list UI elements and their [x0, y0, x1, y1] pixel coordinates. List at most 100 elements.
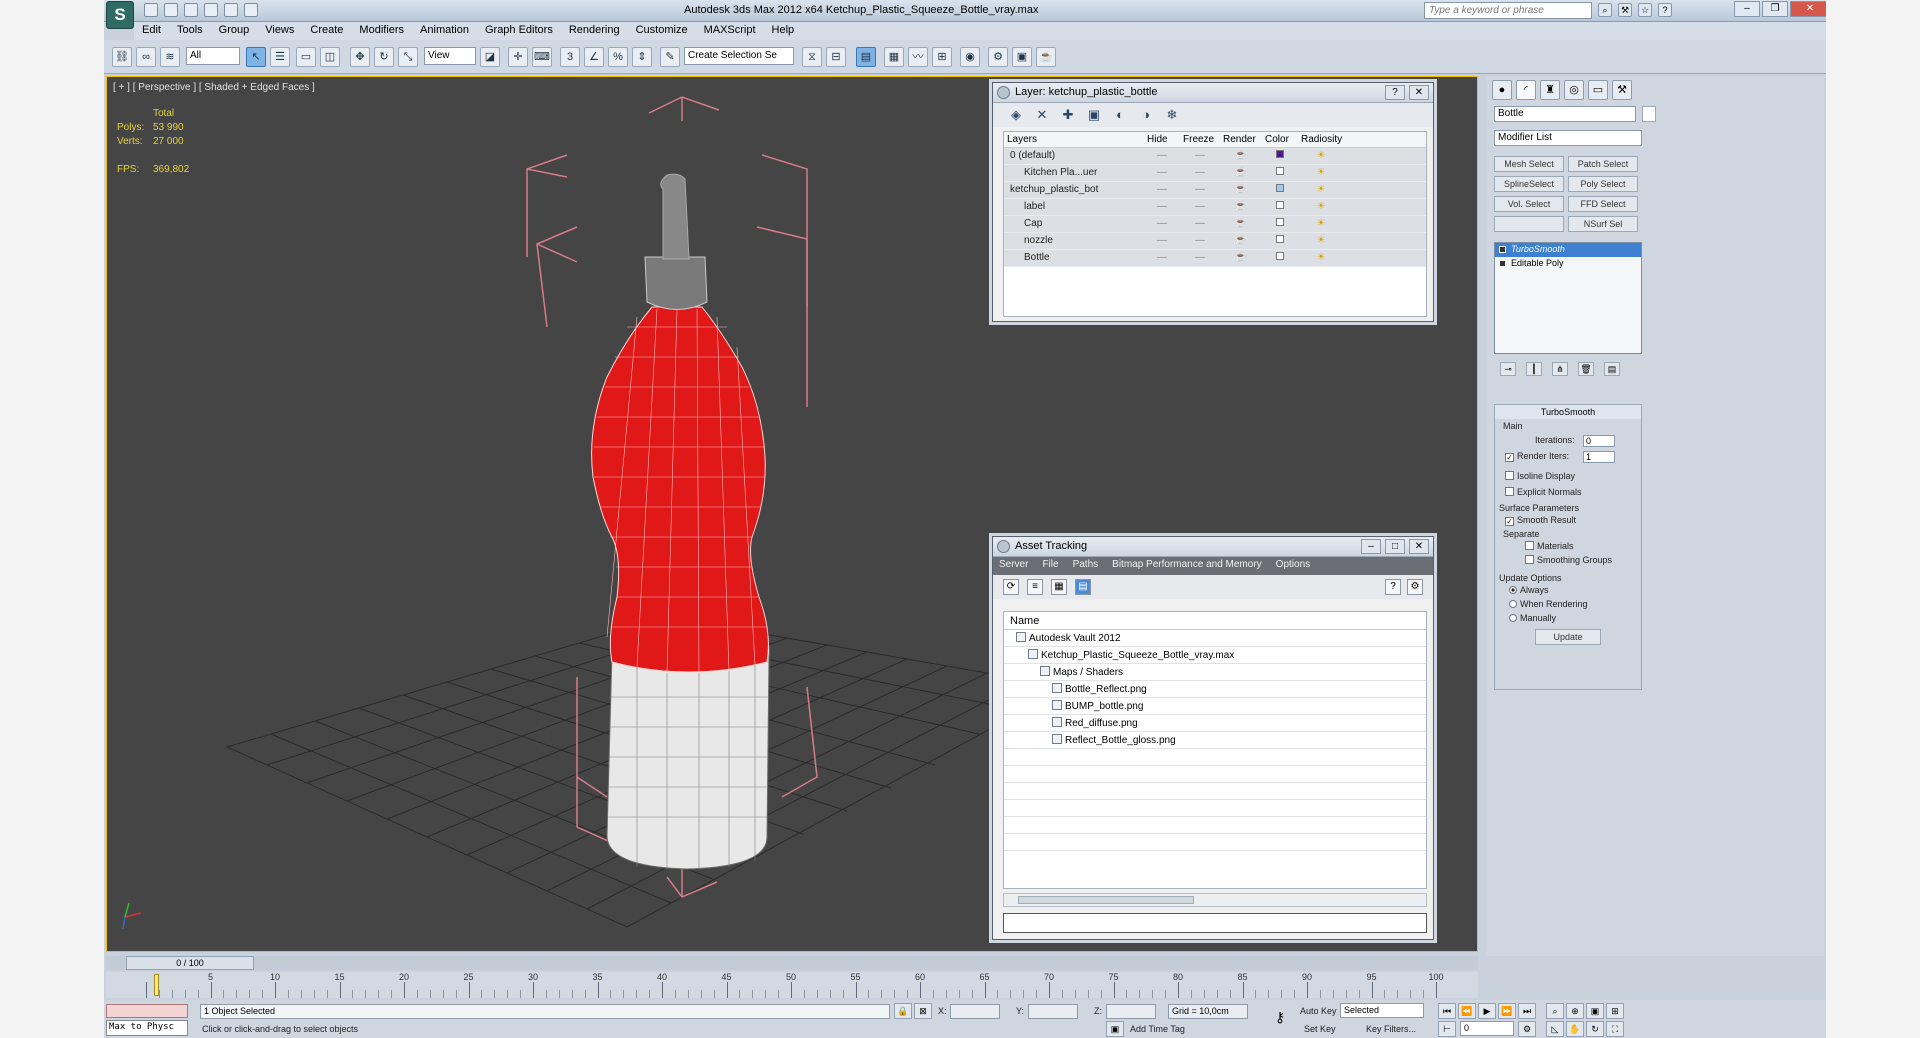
key-filters-button[interactable]: Key Filters...	[1366, 1024, 1416, 1034]
col-hide[interactable]: Hide	[1144, 132, 1180, 147]
empty-modifier-button[interactable]	[1494, 216, 1564, 232]
render-setup-icon[interactable]: ⚙	[988, 47, 1008, 67]
maximize-viewport-icon[interactable]: ⛶	[1606, 1021, 1624, 1037]
asset-panel-title-bar[interactable]: Asset Tracking – □ ✕	[993, 537, 1433, 557]
list-view-icon[interactable]: ≡	[1027, 579, 1043, 595]
menu-create[interactable]: Create	[302, 22, 351, 40]
table-view-icon[interactable]: ▤	[1075, 579, 1091, 595]
display-tab-icon[interactable]: ▭	[1588, 80, 1608, 100]
named-selection-dropdown[interactable]: Create Selection Se	[684, 47, 794, 65]
asset-menu-server[interactable]: Server	[993, 557, 1036, 575]
col-freeze[interactable]: Freeze	[1180, 132, 1220, 147]
asset-row[interactable]: Bottle_Reflect.png	[1004, 681, 1426, 698]
pin-stack-icon[interactable]: ⊸	[1500, 362, 1516, 376]
hide-toggle[interactable]: —	[1144, 216, 1180, 232]
layer-color-swatch[interactable]	[1276, 235, 1284, 243]
key-mode-dropdown[interactable]: Selected	[1340, 1003, 1424, 1018]
asset-row[interactable]: Reflect_Bottle_gloss.png	[1004, 732, 1426, 749]
mesh-select-button[interactable]: Mesh Select	[1494, 156, 1564, 172]
render-production-icon[interactable]: ☕	[1036, 47, 1056, 67]
poly-select-button[interactable]: Poly Select	[1568, 176, 1638, 192]
layer-color-cell[interactable]	[1262, 233, 1298, 249]
new-file-icon[interactable]	[144, 3, 158, 17]
hide-toggle[interactable]: —	[1144, 250, 1180, 266]
freeze-toggle[interactable]: —	[1180, 233, 1220, 249]
menu-customize[interactable]: Customize	[628, 22, 696, 40]
binoculars-icon[interactable]: ⌕	[1598, 3, 1612, 17]
explicit-normals-checkbox[interactable]: Explicit Normals	[1505, 487, 1582, 497]
previous-frame-icon[interactable]: ⏪	[1458, 1003, 1476, 1019]
show-end-result-icon[interactable]: ┃	[1526, 362, 1542, 376]
z-coordinate-field[interactable]	[1106, 1004, 1156, 1019]
menu-help[interactable]: Help	[764, 22, 803, 40]
patch-select-button[interactable]: Patch Select	[1568, 156, 1638, 172]
asset-horizontal-scrollbar[interactable]	[1003, 893, 1427, 907]
spline-select-button[interactable]: SplineSelect	[1494, 176, 1564, 192]
radiosity-icon[interactable]: ☀	[1298, 233, 1344, 249]
freeze-toggle[interactable]: —	[1180, 250, 1220, 266]
angle-snap-icon[interactable]: ∠	[584, 47, 604, 67]
subscription-icon[interactable]: ⚒	[1618, 3, 1632, 17]
asset-row[interactable]: Ketchup_Plastic_Squeeze_Bottle_vray.max	[1004, 647, 1426, 664]
hide-toggle[interactable]: —	[1144, 182, 1180, 198]
nsurf-sel-button[interactable]: NSurf Sel	[1568, 216, 1638, 232]
play-icon[interactable]: ▶	[1478, 1003, 1496, 1019]
layer-row[interactable]: nozzle — — ☕ ☀	[1004, 233, 1426, 250]
layer-color-cell[interactable]	[1262, 182, 1298, 198]
y-coordinate-field[interactable]	[1028, 1004, 1078, 1019]
unlink-icon[interactable]: ∞	[136, 47, 156, 67]
close-button[interactable]: ✕	[1790, 1, 1826, 17]
app-logo[interactable]: S	[106, 1, 134, 29]
redo-icon[interactable]	[224, 3, 238, 17]
menu-modifiers[interactable]: Modifiers	[351, 22, 412, 40]
viewport-label[interactable]: [ + ] [ Perspective ] [ Shaded + Edged F…	[113, 82, 315, 93]
asset-row[interactable]: BUMP_bottle.png	[1004, 698, 1426, 715]
layer-manager-icon[interactable]: ▤	[856, 47, 876, 67]
asset-column-name[interactable]: Name	[1004, 612, 1426, 630]
layer-color-swatch[interactable]	[1276, 201, 1284, 209]
freeze-toggle[interactable]: —	[1180, 199, 1220, 215]
spinner-snap-icon[interactable]: ⇕	[632, 47, 652, 67]
select-object-icon[interactable]: ↖	[246, 47, 266, 67]
zoom-icon[interactable]: ⌕	[1546, 1003, 1564, 1019]
x-coordinate-field[interactable]	[950, 1004, 1000, 1019]
render-toggle[interactable]: ☕	[1220, 182, 1262, 198]
layer-name[interactable]: 0 (default)	[1004, 148, 1144, 164]
radiosity-icon[interactable]: ☀	[1298, 216, 1344, 232]
asset-panel-close-button[interactable]: ✕	[1409, 539, 1429, 554]
goto-end-icon[interactable]: ⏭	[1518, 1003, 1536, 1019]
render-iters-checkbox[interactable]: ✓ Render Iters:	[1505, 451, 1569, 462]
rollout-title[interactable]: TurboSmooth	[1495, 405, 1641, 419]
rendered-frame-icon[interactable]: ▣	[1012, 47, 1032, 67]
absolute-mode-icon[interactable]: ⊠	[914, 1003, 932, 1019]
stack-item-editable-poly[interactable]: Editable Poly	[1495, 257, 1641, 271]
zoom-extents-all-icon[interactable]: ⊞	[1606, 1003, 1624, 1019]
remove-modifier-icon[interactable]: 🗑	[1578, 362, 1594, 376]
align-icon[interactable]: ⊟	[826, 47, 846, 67]
render-toggle[interactable]: ☕	[1220, 233, 1262, 249]
layer-color-swatch[interactable]	[1276, 150, 1284, 158]
layer-color-swatch[interactable]	[1276, 252, 1284, 260]
menu-animation[interactable]: Animation	[412, 22, 477, 40]
orbit-icon[interactable]: ↻	[1586, 1021, 1604, 1037]
render-toggle[interactable]: ☕	[1220, 148, 1262, 164]
hide-toggle[interactable]: —	[1144, 233, 1180, 249]
hierarchy-tab-icon[interactable]: ♜	[1540, 80, 1560, 100]
rect-selection-icon[interactable]: ▭	[296, 47, 316, 67]
object-color-swatch[interactable]	[1642, 106, 1656, 122]
layer-name[interactable]: nozzle	[1004, 233, 1144, 249]
ffd-select-button[interactable]: FFD Select	[1568, 196, 1638, 212]
pivot-center-icon[interactable]: ◪	[480, 47, 500, 67]
window-crossing-icon[interactable]: ◫	[320, 47, 340, 67]
isoline-display-checkbox[interactable]: Isoline Display	[1505, 471, 1575, 481]
hide-toggle[interactable]: —	[1144, 199, 1180, 215]
freeze-toggle[interactable]: —	[1180, 182, 1220, 198]
asset-row[interactable]: Red_diffuse.png	[1004, 715, 1426, 732]
time-slider[interactable]: 0 / 100	[106, 956, 1478, 970]
layer-color-cell[interactable]	[1262, 165, 1298, 181]
menu-rendering[interactable]: Rendering	[561, 22, 628, 40]
delete-layer-icon[interactable]: ✕	[1033, 106, 1051, 124]
when-rendering-radio[interactable]: When Rendering	[1509, 599, 1588, 609]
radiosity-icon[interactable]: ☀	[1298, 182, 1344, 198]
render-toggle[interactable]: ☕	[1220, 250, 1262, 266]
